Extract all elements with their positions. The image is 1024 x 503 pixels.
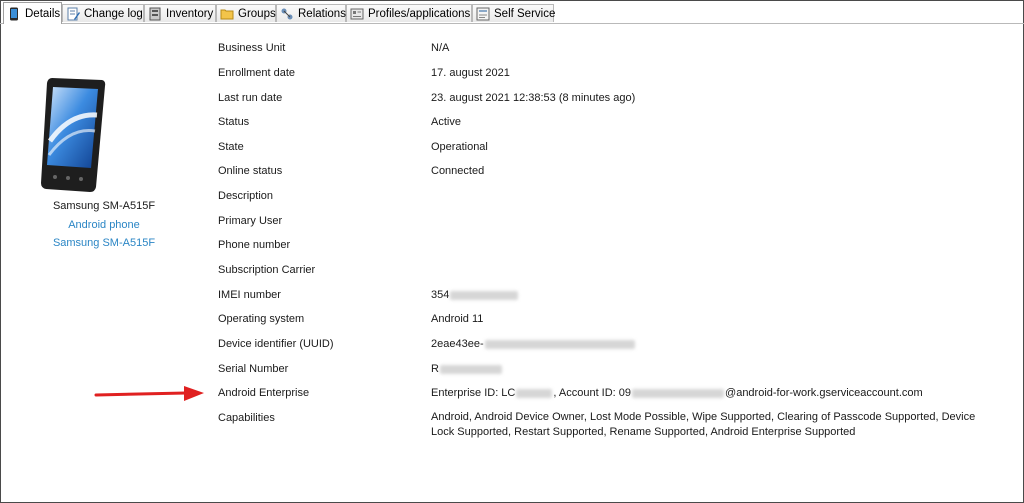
property-label: Capabilities <box>218 412 275 424</box>
property-value: Android, Android Device Owner, Lost Mode… <box>431 411 976 438</box>
property-value: Active <box>431 116 461 128</box>
tab-profiles-applications[interactable]: Profiles/applications <box>346 4 472 22</box>
account-domain-text: @android-for-work.gserviceaccount.com <box>725 387 923 399</box>
property-label: Primary User <box>218 215 283 227</box>
redacted-text <box>450 290 519 300</box>
property-label: Status <box>218 116 250 128</box>
property-label: Online status <box>218 165 283 177</box>
property-label: Operating system <box>218 313 305 325</box>
tab-relations[interactable]: Relations <box>276 4 346 22</box>
tab-label: Groups <box>238 7 276 20</box>
tab-self-service[interactable]: Self Service <box>472 4 556 22</box>
details-panel: Samsung SM-A515F Android phone Samsung S… <box>0 23 1024 501</box>
device-name: Samsung SM-A515F <box>52 200 156 212</box>
property-value: Connected <box>431 165 485 177</box>
property-label: Android Enterprise <box>218 387 310 399</box>
uuid-visible-text: 2eae43ee- <box>431 338 484 350</box>
property-label: Last run date <box>218 92 283 104</box>
device-model-link[interactable]: Samsung SM-A515F <box>0 237 208 249</box>
serial-visible-text: R <box>431 363 439 375</box>
property-value: 17. august 2021 <box>431 67 510 79</box>
property-label: Phone number <box>218 239 291 251</box>
inventory-icon <box>149 7 161 20</box>
tab-details[interactable]: Details <box>3 2 62 24</box>
property-label: Device identifier (UUID) <box>218 338 334 350</box>
property-label: Description <box>218 190 274 202</box>
phone-icon <box>10 7 18 20</box>
property-value: 2eae43ee- <box>431 336 991 352</box>
property-label: Subscription Carrier <box>218 264 316 276</box>
android-phone-icon <box>41 78 106 192</box>
tab-inventory[interactable]: Inventory <box>144 4 216 22</box>
imei-visible-text: 354 <box>431 289 450 301</box>
property-value: 23. august 2021 12:38:53 (8 minutes ago) <box>431 92 636 104</box>
property-value: Enterprise ID: LC , Account ID: 09 @androi… <box>431 385 991 401</box>
enterprise-id-text: Enterprise ID: LC <box>431 387 516 399</box>
tab-label: Profiles/applications <box>368 7 471 20</box>
property-value: Operational <box>431 141 488 153</box>
property-label: Enrollment date <box>218 67 296 79</box>
device-type-link[interactable]: Android phone <box>0 219 208 231</box>
profiles-icon <box>350 8 364 19</box>
tab-label: Relations <box>298 7 346 20</box>
redacted-text <box>632 388 725 398</box>
tab-label: Inventory <box>166 7 214 20</box>
tab-label: Self Service <box>494 7 556 20</box>
property-value: R <box>431 361 991 377</box>
property-label: Business Unit <box>218 42 286 54</box>
property-label: Serial Number <box>218 363 289 375</box>
redacted-text <box>516 388 553 398</box>
property-value: N/A <box>431 42 450 54</box>
self-service-icon <box>476 7 490 20</box>
tab-groups[interactable]: Groups <box>216 4 276 22</box>
document-edit-icon <box>67 7 80 20</box>
tab-change-log[interactable]: Change log <box>62 4 144 22</box>
relations-icon <box>281 8 293 19</box>
redacted-text <box>484 339 635 349</box>
redacted-text <box>439 364 502 374</box>
folder-icon <box>220 9 234 19</box>
property-value: Android 11 <box>431 313 484 325</box>
red-arrow-annotation <box>94 386 204 401</box>
tab-label: Details <box>25 7 61 20</box>
tab-bar: Details Change log Inventory Groups Rela… <box>0 2 1024 24</box>
property-label: State <box>218 141 244 153</box>
tab-label: Change log <box>84 7 143 20</box>
account-id-text: , Account ID: 09 <box>553 387 632 399</box>
property-value: 354 <box>431 287 991 303</box>
property-label: IMEI number <box>218 289 281 301</box>
